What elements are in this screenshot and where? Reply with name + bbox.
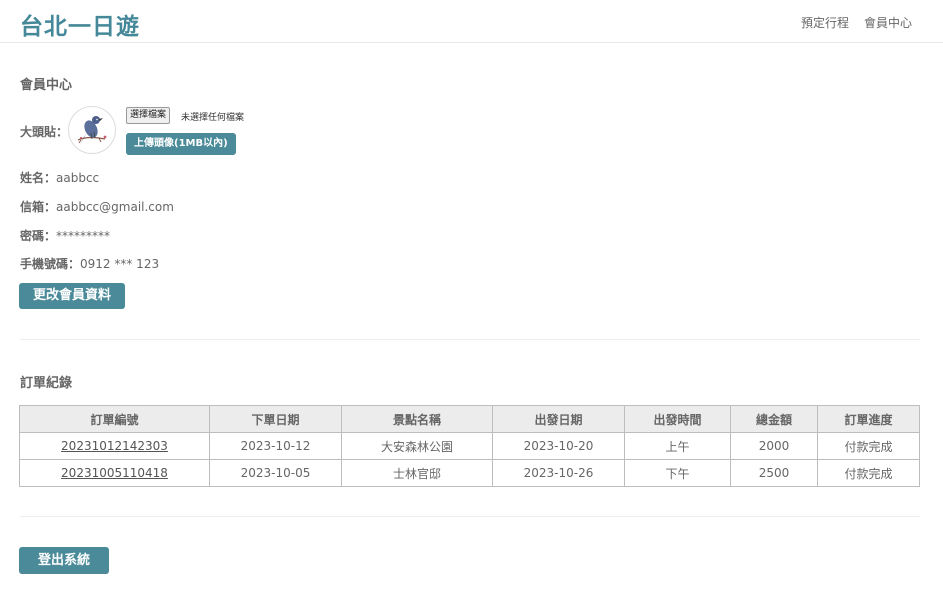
status-cell: 付款完成 — [817, 432, 920, 460]
name-label: 姓名： — [20, 171, 57, 185]
column-header-order-date: 下單日期 — [209, 405, 342, 433]
bird-avatar-icon — [77, 116, 107, 145]
table-row: 20231005110418 2023-10-05 士林官邸 2023-10-2… — [19, 459, 920, 487]
email-row: 信箱：aabbcc@gmail.com — [20, 198, 174, 215]
order-id-link[interactable]: 20231012142303 — [61, 439, 168, 453]
nav-link-member-center[interactable]: 會員中心 — [864, 14, 912, 31]
column-header-attraction: 景點名稱 — [341, 405, 493, 433]
departure-date-cell: 2023-10-20 — [492, 432, 625, 460]
name-value: aabbcc — [56, 171, 100, 185]
orders-table: 訂單編號 下單日期 景點名稱 出發日期 出發時間 總金額 訂單進度 202310… — [19, 405, 920, 487]
nav-links: 預定行程 會員中心 — [801, 14, 912, 31]
column-header-departure-date: 出發日期 — [492, 405, 625, 433]
password-label: 密碼： — [20, 229, 57, 243]
member-section-title: 會員中心 — [20, 78, 73, 93]
choose-file-button[interactable]: 選擇檔案 — [126, 107, 171, 124]
total-cell: 2000 — [730, 432, 818, 460]
top-navbar: 台北一日遊 預定行程 會員中心 — [0, 0, 943, 43]
departure-date-cell: 2023-10-26 — [492, 459, 625, 487]
order-date-cell: 2023-10-05 — [209, 459, 342, 487]
departure-time-cell: 下午 — [624, 459, 731, 487]
attraction-cell: 大安森林公園 — [341, 432, 493, 460]
phone-value: 0912 *** 123 — [80, 257, 160, 271]
avatar-label: 大頭貼： — [20, 125, 69, 139]
order-id-cell: 20231012142303 — [19, 432, 210, 460]
total-cell: 2500 — [730, 459, 818, 487]
edit-member-button[interactable]: 更改會員資料 — [19, 283, 125, 309]
avatar — [68, 106, 116, 154]
table-row: 20231012142303 2023-10-12 大安森林公園 2023-10… — [19, 432, 920, 460]
phone-label: 手機號碼： — [20, 257, 81, 271]
orders-header-row: 訂單編號 下單日期 景點名稱 出發日期 出發時間 總金額 訂單進度 — [19, 405, 920, 433]
password-value: ********* — [56, 229, 111, 243]
column-header-total: 總金額 — [730, 405, 818, 433]
section-divider — [20, 339, 920, 340]
email-label: 信箱： — [20, 200, 57, 214]
column-header-departure-time: 出發時間 — [624, 405, 731, 433]
order-id-link[interactable]: 20231005110418 — [61, 466, 168, 480]
orders-section-title: 訂單紀錄 — [20, 376, 73, 391]
avatar-row: 大頭貼： 選擇檔案 未選擇任何檔案 上傳頭像(1MB以內) — [20, 106, 420, 158]
order-id-cell: 20231005110418 — [19, 459, 210, 487]
file-status-text: 未選擇任何檔案 — [181, 113, 245, 123]
attraction-cell: 士林官邸 — [341, 459, 493, 487]
column-header-status: 訂單進度 — [817, 405, 920, 433]
password-row: 密碼：********* — [20, 227, 110, 244]
departure-time-cell: 上午 — [624, 432, 731, 460]
section-divider — [20, 516, 920, 517]
nav-link-booking[interactable]: 預定行程 — [801, 14, 849, 31]
logout-button[interactable]: 登出系統 — [19, 547, 109, 574]
status-cell: 付款完成 — [817, 459, 920, 487]
name-row: 姓名：aabbcc — [20, 169, 99, 186]
column-header-order-id: 訂單編號 — [19, 405, 210, 433]
upload-avatar-button[interactable]: 上傳頭像(1MB以內) — [126, 133, 236, 155]
phone-row: 手機號碼：0912 *** 123 — [20, 255, 159, 272]
order-date-cell: 2023-10-12 — [209, 432, 342, 460]
email-value: aabbcc@gmail.com — [56, 200, 174, 214]
brand-logo[interactable]: 台北一日遊 — [20, 7, 140, 41]
